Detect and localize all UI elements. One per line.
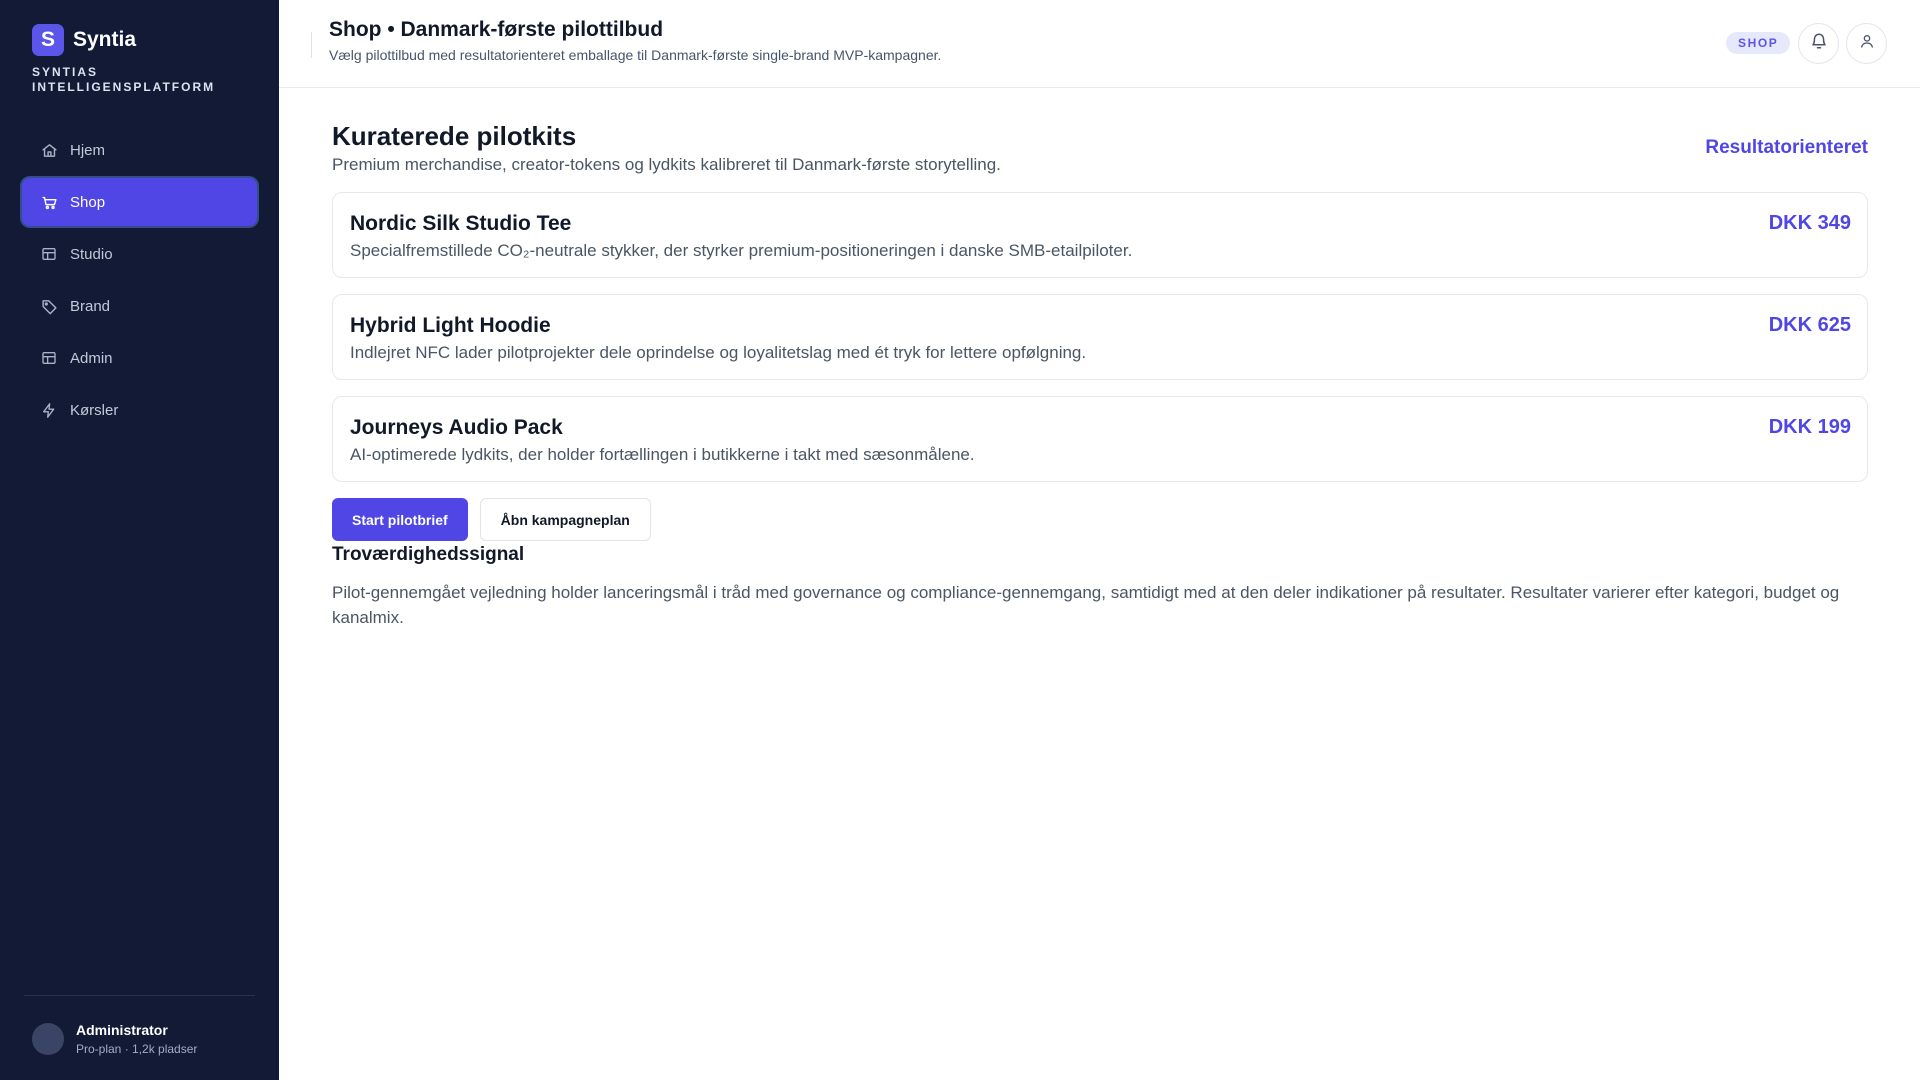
sidebar-item-label: Shop (70, 193, 106, 211)
section-header: Kuraterede pilotkits Premium merchandise… (332, 88, 1868, 192)
product-price: DKK 349 (1768, 212, 1851, 234)
notifications-button[interactable] (1798, 23, 1839, 64)
brand-subtitle: SYNTIAS INTELLIGENSPLATFORM (32, 65, 216, 94)
sidebar-item-shop[interactable]: Shop (22, 178, 257, 226)
product-price: DKK 625 (1768, 314, 1851, 336)
sidebar-item-studio[interactable]: Studio (22, 230, 257, 278)
top-bar: Shop • Danmark-første pilottilbud Vælg p… (279, 0, 1920, 88)
product-description: Specialfremstillede CO₂-neutrale stykker… (350, 241, 1133, 260)
brand-row[interactable]: S Syntia (32, 24, 242, 56)
sidebar-item-label: Studio (70, 245, 113, 263)
product-name: Journeys Audio Pack (350, 416, 563, 439)
sidebar-item-hjem[interactable]: Hjem (22, 126, 257, 174)
section-badge: SHOP (1726, 32, 1791, 54)
sidebar-item-label: Brand (70, 297, 111, 315)
user-plan: Pro-plan · 1,2k pladser (76, 1042, 198, 1056)
sidebar-item-brand[interactable]: Brand (22, 282, 257, 330)
bell-icon (1810, 32, 1828, 55)
user-profile[interactable]: Administrator Pro-plan · 1,2k pladser (32, 1022, 197, 1056)
product-card[interactable]: Nordic Silk Studio Tee Specialfremstille… (332, 192, 1868, 278)
start-pilot-brief-button[interactable]: Start pilotbrief (332, 498, 468, 541)
user-text: Administrator Pro-plan · 1,2k pladser (76, 1022, 197, 1056)
user-icon (1859, 33, 1875, 54)
action-buttons: Start pilotbrief Åbn kampagneplan (332, 498, 1868, 541)
sidebar: S Syntia SYNTIAS INTELLIGENSPLATFORM Hje… (0, 0, 279, 1080)
sidebar-item-korsler[interactable]: Kørsler (22, 386, 257, 434)
section-title: Kuraterede pilotkits (332, 121, 577, 151)
grid-icon (40, 245, 58, 263)
product-card[interactable]: Journeys Audio Pack AI-optimerede lydkit… (332, 396, 1868, 482)
account-button[interactable] (1846, 23, 1887, 64)
sidebar-item-label: Kørsler (70, 401, 119, 419)
product-description: Indlejret NFC lader pilotprojekter dele … (350, 343, 1087, 362)
grid-icon (40, 349, 58, 367)
cart-icon (40, 193, 58, 211)
tag-icon (40, 297, 58, 315)
main-content: Kuraterede pilotkits Premium merchandise… (332, 88, 1868, 630)
brand: S Syntia SYNTIAS INTELLIGENSPLATFORM (32, 24, 242, 95)
sidebar-item-admin[interactable]: Admin (22, 334, 257, 382)
home-icon (40, 141, 58, 159)
trust-signal-text: Pilot-gennemgået vejledning holder lance… (332, 583, 1840, 627)
bolt-icon (40, 401, 58, 419)
page-title: Shop • Danmark-første pilottilbud (329, 18, 664, 41)
product-description: AI-optimerede lydkits, der holder fortæl… (350, 445, 975, 464)
sidebar-item-label: Admin (70, 349, 113, 367)
brand-logo: S (32, 24, 64, 56)
sidebar-item-label: Hjem (70, 141, 106, 159)
product-name: Nordic Silk Studio Tee (350, 212, 572, 235)
user-name: Administrator (76, 1022, 168, 1038)
open-campaign-plan-button[interactable]: Åbn kampagneplan (479, 498, 651, 541)
avatar (32, 1023, 64, 1055)
header-divider (311, 32, 312, 58)
results-link[interactable]: Resultatorienteret (1705, 137, 1868, 159)
trust-signal-title: Troværdighedssignal (332, 544, 525, 565)
product-price: DKK 199 (1768, 416, 1851, 438)
sidebar-divider (24, 995, 255, 996)
product-name: Hybrid Light Hoodie (350, 314, 551, 337)
sidebar-nav: Hjem Shop Studio Brand Admin Kørsler (22, 126, 257, 438)
brand-name: Syntia (73, 28, 137, 51)
section-subtitle: Premium merchandise, creator-tokens og l… (332, 155, 1001, 174)
product-card[interactable]: Hybrid Light Hoodie Indlejret NFC lader … (332, 294, 1868, 380)
page-subtitle: Vælg pilottilbud med resultatorienteret … (329, 47, 942, 63)
